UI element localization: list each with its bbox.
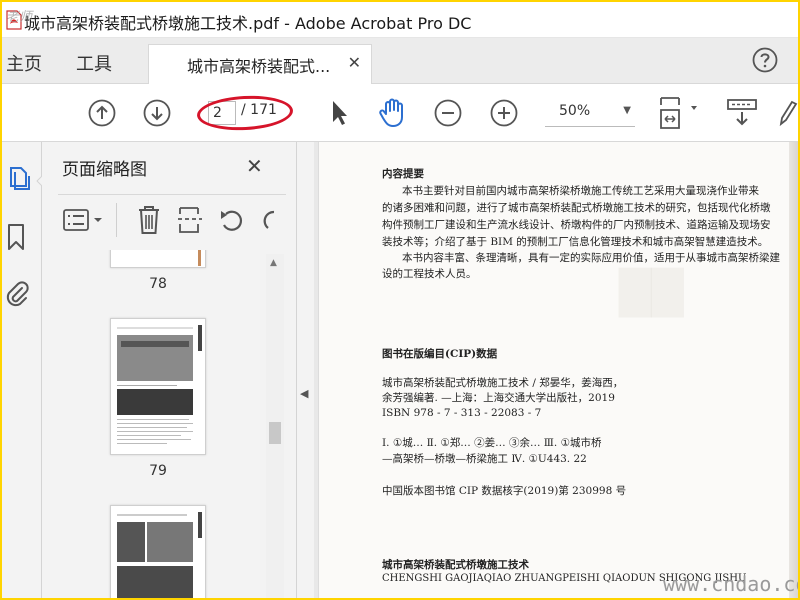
- panel-title: 页面缩略图: [62, 160, 147, 180]
- tab-home[interactable]: 主页: [6, 50, 42, 76]
- page-edge-shadow: [789, 142, 798, 598]
- cip-heading: 图书在版编目(CIP)数据: [382, 348, 498, 360]
- main-toolbar: / 171 50% ▼: [2, 84, 798, 142]
- scroll-up-icon[interactable]: ▲: [270, 258, 277, 268]
- book-title: 城市高架桥装配式桥墩施工技术: [382, 559, 529, 571]
- thumbnail-toolbar: [58, 194, 286, 244]
- site-watermark: www.cndao.com: [663, 572, 798, 596]
- zoom-in-icon[interactable]: [490, 99, 518, 127]
- page-number-input[interactable]: [208, 101, 236, 125]
- tab-tools[interactable]: 工具: [76, 50, 112, 76]
- summary-line: 设的工程技术人员。: [382, 268, 477, 280]
- collapse-panel-icon[interactable]: ◀: [300, 387, 308, 400]
- thumbnail-page[interactable]: [110, 250, 206, 268]
- close-panel-icon[interactable]: ✕: [246, 154, 263, 178]
- zoom-value: 50%: [559, 103, 591, 119]
- thumbnail-label: 78: [149, 276, 167, 292]
- cip-record: 中国版本图书馆 CIP 数据核字(2019)第 230998 号: [382, 485, 627, 497]
- page-total: / 171: [241, 102, 277, 118]
- scrollbar-thumb[interactable]: [269, 422, 281, 444]
- summary-line: 装技术等；介绍了基于 BIM 的预制工厂信息化管理技术和城市高架智慧建造技术。: [382, 236, 769, 248]
- sign-icon[interactable]: [778, 98, 798, 128]
- attachment-icon[interactable]: [4, 278, 30, 308]
- toolbar-divider: [116, 203, 117, 237]
- hand-pan-icon[interactable]: [378, 97, 408, 129]
- select-pointer-icon[interactable]: [328, 98, 350, 128]
- summary-heading: 内容提要: [382, 168, 424, 180]
- document-viewer: ██ 内容提要 本书主要针对目前国内城市高架桥梁桥墩施工传统工艺采用大量现浇作业…: [314, 142, 798, 598]
- options-menu-icon[interactable]: [62, 208, 108, 232]
- delete-trash-icon[interactable]: [136, 205, 162, 235]
- page-thumbnails-icon[interactable]: [8, 164, 32, 194]
- tab-bar: 主页 工具 城市高架桥装配式... ✕: [2, 38, 798, 84]
- arrow-up-icon[interactable]: [88, 99, 116, 127]
- fit-page-icon[interactable]: [657, 96, 701, 130]
- thumbnail-panel: 页面缩略图 ✕ 78 79 ▲: [42, 142, 297, 598]
- close-tab-icon[interactable]: ✕: [348, 53, 361, 72]
- thumbnail-page[interactable]: [110, 318, 206, 455]
- corner-watermark: 老师: [6, 10, 33, 25]
- navigation-rail: [2, 142, 44, 598]
- rotate-left-icon[interactable]: [218, 205, 246, 235]
- thumbnail-list: 78 79: [42, 250, 282, 598]
- summary-line: 本书内容丰富、条理清晰，具有一定的实际应用价值，适用于从事城市高架桥梁建: [402, 252, 780, 264]
- summary-line: 的诸多困难和问题，进行了城市高架桥装配式桥墩施工技术的研究，包括现代化桥墩: [382, 202, 771, 214]
- cip-line: 城市高架桥装配式桥墩施工技术 / 郑晏华，姜海西，: [382, 377, 624, 389]
- acrobat-window: 城市高架桥装配式桥墩施工技术.pdf - Adobe Acrobat Pro D…: [2, 2, 798, 598]
- chevron-down-icon: ▼: [623, 105, 631, 116]
- window-title: 城市高架桥装配式桥墩施工技术.pdf - Adobe Acrobat Pro D…: [24, 14, 472, 33]
- show-through-ghost: ██: [619, 268, 684, 317]
- document-tab-label: 城市高架桥装配式...: [187, 57, 331, 76]
- cip-line: ISBN 978 - 7 - 313 - 22083 - 7: [382, 407, 542, 419]
- pdf-page: ██ 内容提要 本书主要针对目前国内城市高架桥梁桥墩施工传统工艺采用大量现浇作业…: [318, 142, 798, 598]
- tab-document[interactable]: 城市高架桥装配式... ✕: [148, 44, 372, 84]
- thumbnail-scrollbar[interactable]: ▲: [266, 254, 284, 598]
- extract-pages-icon[interactable]: [176, 205, 204, 235]
- rotate-right-icon[interactable]: [258, 205, 278, 235]
- classification-line: —高架桥—桥墩—桥梁施工 Ⅳ. ①U443. 22: [382, 453, 587, 465]
- page-navigator: / 171: [205, 99, 295, 127]
- zoom-select[interactable]: 50% ▼: [545, 99, 635, 127]
- summary-line: 构件预制工厂建设和生产流水线设计、桥墩构件的厂内预制技术、道路运输及现场安: [382, 219, 771, 231]
- arrow-down-icon[interactable]: [143, 99, 171, 127]
- summary-line: 本书主要针对目前国内城市高架桥梁桥墩施工传统工艺采用大量现浇作业带来: [402, 185, 759, 197]
- thumbnail-page[interactable]: [110, 505, 206, 598]
- classification-line: Ⅰ. ①城… Ⅱ. ①郑… ②姜… ③余… Ⅲ. ①城市桥: [382, 437, 602, 449]
- help-icon[interactable]: [752, 47, 778, 73]
- bookmark-icon[interactable]: [6, 222, 26, 252]
- zoom-out-icon[interactable]: [434, 99, 462, 127]
- cip-line: 余芳强编著. —上海：上海交通大学出版社，2019: [382, 392, 615, 404]
- title-bar: 城市高架桥装配式桥墩施工技术.pdf - Adobe Acrobat Pro D…: [2, 2, 798, 38]
- thumbnail-label: 79: [149, 463, 167, 479]
- scroll-mode-icon[interactable]: [725, 97, 759, 129]
